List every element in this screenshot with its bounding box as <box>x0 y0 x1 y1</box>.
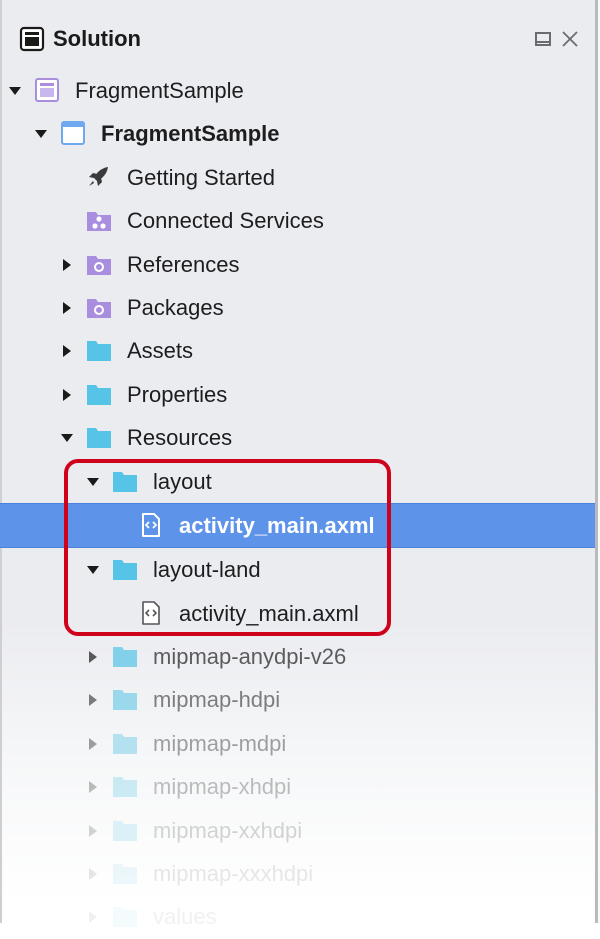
expanded-arrow-icon[interactable] <box>8 84 22 98</box>
window-restore-icon[interactable] <box>534 30 552 48</box>
collapsed-arrow-icon[interactable] <box>86 693 100 707</box>
tree-item-label: activity_main.axml <box>179 512 375 538</box>
tree-item-label: Connected Services <box>127 208 324 234</box>
tree-item-label: mipmap-xxxhdpi <box>153 861 314 887</box>
xml-file-icon <box>138 600 164 625</box>
tree-item-activity-main-axml[interactable]: activity_main.axml <box>0 592 595 635</box>
folder-icon <box>112 687 138 711</box>
xml-file-icon <box>138 512 164 537</box>
tree-item-label: layout-land <box>153 557 261 583</box>
tree-item-mipmap-hdpi[interactable]: mipmap-hdpi <box>0 678 595 721</box>
tree-item-activity-main-axml[interactable]: activity_main.axml <box>0 502 595 549</box>
tree-item-label: mipmap-xxhdpi <box>153 817 303 843</box>
tree-item-label: mipmap-xhdpi <box>153 774 292 800</box>
collapsed-arrow-icon[interactable] <box>86 780 100 794</box>
tree-item-label: mipmap-mdpi <box>153 730 287 756</box>
collapsed-arrow-icon[interactable] <box>60 301 74 315</box>
folder-icon <box>112 774 138 798</box>
tree-item-layout-land[interactable]: layout-land <box>0 548 595 591</box>
packages-folder-icon <box>86 295 112 319</box>
collapsed-arrow-icon[interactable] <box>60 344 74 358</box>
tree-item-label: Assets <box>127 338 194 364</box>
tree-item-label: FragmentSample <box>101 121 280 147</box>
pad-header: Solution <box>0 18 595 62</box>
rocket-icon <box>86 165 112 189</box>
collapsed-arrow-icon[interactable] <box>86 737 100 751</box>
close-icon[interactable] <box>561 30 579 48</box>
tree-item-packages[interactable]: Packages <box>0 286 595 329</box>
tree-item-label: Properties <box>127 381 228 407</box>
tree-item-label: Getting Started <box>127 164 275 190</box>
collapsed-arrow-icon[interactable] <box>86 650 100 664</box>
tree-item-resources[interactable]: Resources <box>0 416 595 459</box>
folder-icon <box>112 731 138 755</box>
folder-icon <box>86 338 112 362</box>
tree-item-label: mipmap-hdpi <box>153 687 281 713</box>
folder-icon <box>112 644 138 668</box>
tree-item-fragmentsample[interactable]: FragmentSample <box>0 112 595 155</box>
tree-item-assets[interactable]: Assets <box>0 329 595 372</box>
folder-icon <box>112 557 138 581</box>
solution-icon <box>34 78 60 102</box>
expanded-arrow-icon[interactable] <box>34 127 48 141</box>
tree-item-references[interactable]: References <box>0 243 595 286</box>
expanded-arrow-icon[interactable] <box>86 475 100 489</box>
collapsed-arrow-icon[interactable] <box>60 258 74 272</box>
solution-tree: FragmentSample FragmentSample Getting Star… <box>0 69 595 939</box>
tree-item-connected-services[interactable]: Connected Services <box>0 199 595 242</box>
folder-icon <box>112 861 138 885</box>
collapsed-arrow-icon[interactable] <box>86 910 100 924</box>
tree-item-properties[interactable]: Properties <box>0 373 595 416</box>
tree-item-label: activity_main.axml <box>179 600 359 626</box>
folder-icon <box>112 469 138 493</box>
tree-item-label: mipmap-anydpi-v26 <box>153 644 347 670</box>
tree-item-mipmap-xhdpi[interactable]: mipmap-xhdpi <box>0 765 595 808</box>
collapsed-arrow-icon[interactable] <box>86 867 100 881</box>
tree-item-mipmap-anydpi-v26[interactable]: mipmap-anydpi-v26 <box>0 635 595 678</box>
folder-icon <box>86 382 112 406</box>
collapsed-arrow-icon[interactable] <box>86 824 100 838</box>
folder-icon <box>86 425 112 449</box>
folder-icon <box>112 904 138 928</box>
tree-item-mipmap-xxxhdpi[interactable]: mipmap-xxxhdpi <box>0 852 595 895</box>
tree-item-label: FragmentSample <box>75 78 244 103</box>
tree-item-fragmentsample[interactable]: FragmentSample <box>0 69 595 112</box>
tree-item-label: Packages <box>127 294 224 320</box>
tree-item-label: values <box>153 904 217 930</box>
tree-item-label: References <box>127 251 240 277</box>
expanded-arrow-icon[interactable] <box>60 431 74 445</box>
tree-item-layout[interactable]: layout <box>0 460 595 503</box>
tree-item-mipmap-xxhdpi[interactable]: mipmap-xxhdpi <box>0 809 595 852</box>
tree-item-getting-started[interactable]: Getting Started <box>0 156 595 199</box>
references-folder-icon <box>86 252 112 276</box>
tree-item-label: layout <box>153 468 212 494</box>
solution-pad-icon <box>19 26 45 52</box>
pad-title: Solution <box>53 26 141 51</box>
expanded-arrow-icon[interactable] <box>86 563 100 577</box>
tree-item-values[interactable]: values <box>0 895 595 938</box>
collapsed-arrow-icon[interactable] <box>60 388 74 402</box>
connected-services-folder-icon <box>86 208 112 232</box>
tree-item-label: Resources <box>127 425 233 451</box>
tree-item-mipmap-mdpi[interactable]: mipmap-mdpi <box>0 722 595 765</box>
project-icon <box>60 121 86 146</box>
folder-icon <box>112 818 138 842</box>
